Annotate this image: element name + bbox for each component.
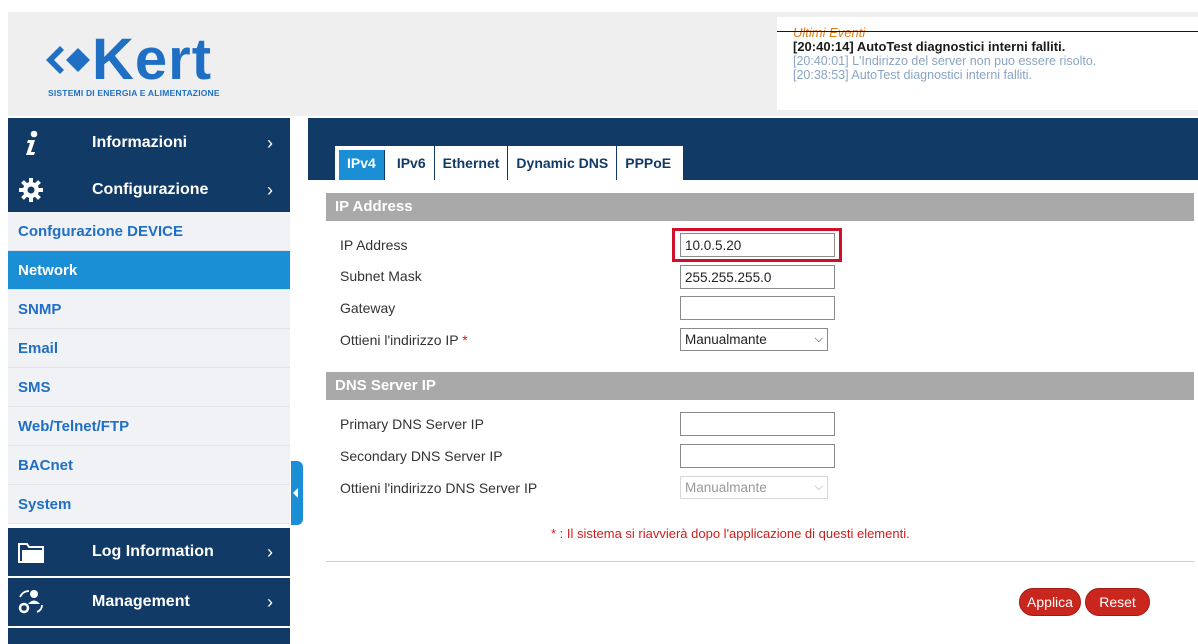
sidebar-collapse-toggle[interactable] — [291, 461, 303, 525]
sidebar-item-configurazione-device[interactable]: Confgurazione DEVICE — [8, 212, 290, 251]
sidebar-item-bacnet[interactable]: BACnet — [8, 446, 290, 485]
chevron-down-icon: ⌵ — [814, 333, 823, 345]
kert-logo-icon — [46, 46, 90, 74]
apply-button[interactable]: Applica — [1019, 588, 1081, 616]
sidebar-item-snmp[interactable]: SNMP — [8, 290, 290, 329]
chevron-right-icon: › — [267, 591, 273, 612]
sidebar-item-informazioni[interactable]: Informazioni › — [8, 118, 290, 168]
sidebar-item-management[interactable]: Management › — [8, 578, 290, 626]
events-divider — [777, 31, 1198, 32]
subnet-mask-input[interactable] — [680, 265, 835, 289]
chevron-down-icon: ⌵ — [814, 481, 823, 493]
brand-name: Kert — [92, 27, 213, 92]
gateway-input[interactable] — [680, 296, 835, 320]
restart-note: * : Il sistema si riavvierà dopo l'appli… — [551, 526, 910, 541]
sidebar-item-sms[interactable]: SMS — [8, 368, 290, 407]
sidebar-item-email[interactable]: Email — [8, 329, 290, 368]
divider — [326, 561, 1194, 562]
info-icon — [26, 130, 38, 155]
chevron-right-icon: › — [267, 541, 273, 562]
subnet-mask-label: Subnet Mask — [340, 268, 422, 284]
brand-logo: Kert SISTEMI DI ENERGIA E ALIMENTAZIONE — [46, 27, 220, 98]
tabs: IPv4 IPv6 Ethernet Dynamic DNS PPPoE — [335, 146, 684, 180]
tab-ethernet[interactable]: Ethernet — [435, 146, 509, 180]
chevron-right-icon: › — [267, 132, 273, 153]
obtain-ip-label-text: Ottieni l'indirizzo IP — [340, 332, 459, 348]
sidebar-item-label: Log Information — [92, 543, 214, 560]
sidebar-item-label: Informazioni — [92, 134, 188, 151]
tab-ipv6[interactable]: IPv6 — [389, 146, 435, 180]
sidebar: Informazioni › Configurazione › Confgura… — [8, 118, 290, 644]
primary-dns-label: Primary DNS Server IP — [340, 416, 484, 432]
sidebar-item-configurazione[interactable]: Configurazione › — [8, 168, 290, 212]
reset-button[interactable]: Reset — [1085, 588, 1150, 616]
obtain-dns-select: Manualmante ⌵ — [680, 476, 828, 499]
obtain-dns-label: Ottieni l'indirizzo DNS Server IP — [340, 480, 538, 496]
gateway-label: Gateway — [340, 300, 396, 316]
sidebar-item-label: Configurazione — [92, 181, 209, 198]
obtain-ip-select[interactable]: Manualmante ⌵ — [680, 328, 828, 351]
event-item: [20:40:01] L'Indirizzo del server non pu… — [793, 54, 1097, 68]
section-header-dns-server-ip: DNS Server IP — [326, 372, 1194, 400]
events-title: Ultimi Eventi — [793, 25, 866, 40]
gear-icon — [19, 178, 43, 202]
chevron-right-icon: › — [267, 179, 273, 200]
app-root: Kert SISTEMI DI ENERGIA E ALIMENTAZIONE … — [0, 0, 1198, 644]
brand-tagline: SISTEMI DI ENERGIA E ALIMENTAZIONE — [48, 88, 220, 98]
obtain-ip-select-value: Manualmante — [685, 332, 767, 347]
sidebar-item-system[interactable]: System — [8, 485, 290, 524]
user-gear-icon — [18, 590, 43, 614]
sidebar-item-web-telnet-ftp[interactable]: Web/Telnet/FTP — [8, 407, 290, 446]
obtain-ip-label: Ottieni l'indirizzo IP * — [340, 332, 468, 348]
secondary-dns-label: Secondary DNS Server IP — [340, 448, 503, 464]
obtain-dns-select-value: Manualmante — [685, 480, 767, 495]
sidebar-item-log-information[interactable]: Log Information › — [8, 528, 290, 576]
event-item: [20:40:14] AutoTest diagnostici interni … — [793, 39, 1066, 54]
sidebar-item-network[interactable]: Network — [8, 251, 290, 290]
event-item: [20:38:53] AutoTest diagnostici interni … — [793, 68, 1033, 82]
tab-pppoe[interactable]: PPPoE — [617, 146, 683, 180]
required-mark: * — [462, 332, 468, 348]
tab-dynamic-dns[interactable]: Dynamic DNS — [508, 146, 618, 180]
secondary-dns-input[interactable] — [680, 444, 835, 468]
primary-dns-input[interactable] — [680, 412, 835, 436]
folder-icon — [18, 543, 44, 563]
tab-ipv4[interactable]: IPv4 — [339, 150, 385, 180]
sidebar-footer — [8, 628, 290, 644]
ip-address-label: IP Address — [340, 237, 408, 253]
sidebar-item-label: Management — [92, 593, 190, 610]
section-header-ip-address: IP Address — [326, 193, 1194, 221]
ip-address-input[interactable] — [680, 233, 835, 257]
